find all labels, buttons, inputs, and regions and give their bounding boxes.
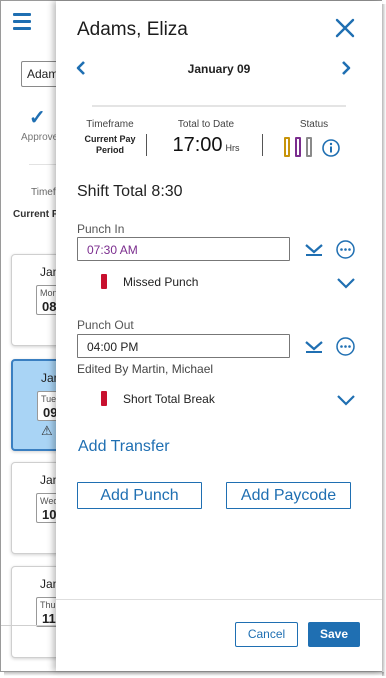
total-to-date-value-group: 17:00 Hrs bbox=[156, 134, 256, 157]
day-card-day-number: 10 bbox=[42, 507, 57, 522]
timeframe-label: Timef bbox=[31, 187, 56, 198]
day-card[interactable]: Jan Mon 08 bbox=[11, 254, 61, 346]
day-card-day-number: 08 bbox=[42, 299, 57, 314]
employee-name: Adams, Eliza bbox=[77, 19, 188, 40]
add-paycode-button[interactable]: Add Paycode bbox=[226, 482, 351, 509]
shift-total-label: Shift Total bbox=[77, 183, 147, 200]
status-bar-icon bbox=[295, 137, 301, 157]
exception-flag-icon bbox=[101, 274, 107, 289]
timeframe-label: Timeframe bbox=[86, 119, 134, 130]
hamburger-menu-icon[interactable] bbox=[13, 13, 31, 30]
punch-in-label: Punch In bbox=[77, 222, 125, 236]
day-card-selected[interactable]: Jan Tue 09 ⚠ bbox=[11, 359, 61, 451]
shift-total: Shift Total 8:30 bbox=[77, 183, 183, 201]
day-card[interactable]: Jan Thu 11 bbox=[11, 566, 61, 658]
divider bbox=[1, 625, 61, 626]
status-bar-icon bbox=[284, 137, 290, 157]
punch-out-label: Punch Out bbox=[77, 318, 134, 332]
total-to-date-value: 17:00 bbox=[172, 134, 223, 156]
background-timecard-page: Adams ✓ Approve Timef Current P Jan Mon … bbox=[1, 1, 61, 671]
status-summary: Status bbox=[282, 119, 346, 130]
divider bbox=[262, 134, 263, 156]
add-punch-button[interactable]: Add Punch bbox=[77, 482, 202, 509]
day-card-weekday: Mon bbox=[40, 288, 58, 298]
chevron-down-icon[interactable] bbox=[304, 338, 324, 356]
status-label: Status bbox=[299, 119, 329, 130]
timeframe-summary: Timeframe Current Pay Period bbox=[74, 119, 146, 156]
punch-out-input[interactable]: 04:00 PM bbox=[77, 334, 290, 358]
day-card[interactable]: Jan Wed 10 bbox=[11, 462, 61, 554]
close-icon[interactable] bbox=[334, 17, 356, 39]
total-to-date-summary: Total to Date 17:00 Hrs bbox=[156, 119, 256, 157]
status-bar-icon bbox=[306, 137, 312, 157]
more-options-icon[interactable] bbox=[336, 240, 355, 259]
day-card-weekday: Tue bbox=[41, 394, 57, 404]
more-options-icon[interactable] bbox=[336, 337, 355, 356]
exception-flag-icon bbox=[101, 391, 107, 406]
frame-shadow bbox=[382, 4, 386, 676]
punch-in-input[interactable]: 07:30 AM bbox=[77, 237, 290, 261]
chevron-down-icon[interactable] bbox=[336, 274, 356, 292]
chevron-right-icon[interactable] bbox=[339, 61, 353, 75]
punch-in-exception: Missed Punch bbox=[123, 275, 199, 289]
total-to-date-label: Total to Date bbox=[177, 119, 235, 130]
shift-total-value: 8:30 bbox=[151, 183, 183, 200]
cancel-button[interactable]: Cancel bbox=[235, 622, 298, 647]
day-card-day-number: 11 bbox=[42, 611, 56, 626]
edited-by-note: Edited By Martin, Michael bbox=[77, 362, 214, 376]
warning-icon: ⚠ bbox=[41, 423, 53, 438]
day-detail-panel: Adams, Eliza January 09 Timeframe Curren… bbox=[56, 1, 382, 671]
approve-label: Approve bbox=[21, 132, 59, 143]
chevron-down-icon[interactable] bbox=[304, 241, 324, 259]
frame-shadow bbox=[4, 672, 384, 676]
punch-out-exception: Short Total Break bbox=[123, 392, 215, 406]
divider bbox=[92, 105, 346, 107]
divider bbox=[56, 599, 382, 600]
day-card-weekday: Thu bbox=[40, 600, 56, 610]
timeframe-value: Current Pay Period bbox=[84, 134, 136, 155]
employee-select[interactable]: Adams bbox=[21, 61, 61, 87]
total-to-date-unit: Hrs bbox=[225, 143, 240, 153]
chevron-down-icon[interactable] bbox=[336, 391, 356, 409]
save-button[interactable]: Save bbox=[308, 622, 360, 647]
add-transfer-link[interactable]: Add Transfer bbox=[78, 438, 170, 456]
current-date: January 09 bbox=[187, 62, 251, 76]
approve-check-icon[interactable]: ✓ bbox=[29, 105, 46, 130]
timeframe-value: Current P bbox=[13, 209, 59, 220]
divider bbox=[146, 134, 147, 156]
info-icon[interactable] bbox=[322, 139, 340, 157]
